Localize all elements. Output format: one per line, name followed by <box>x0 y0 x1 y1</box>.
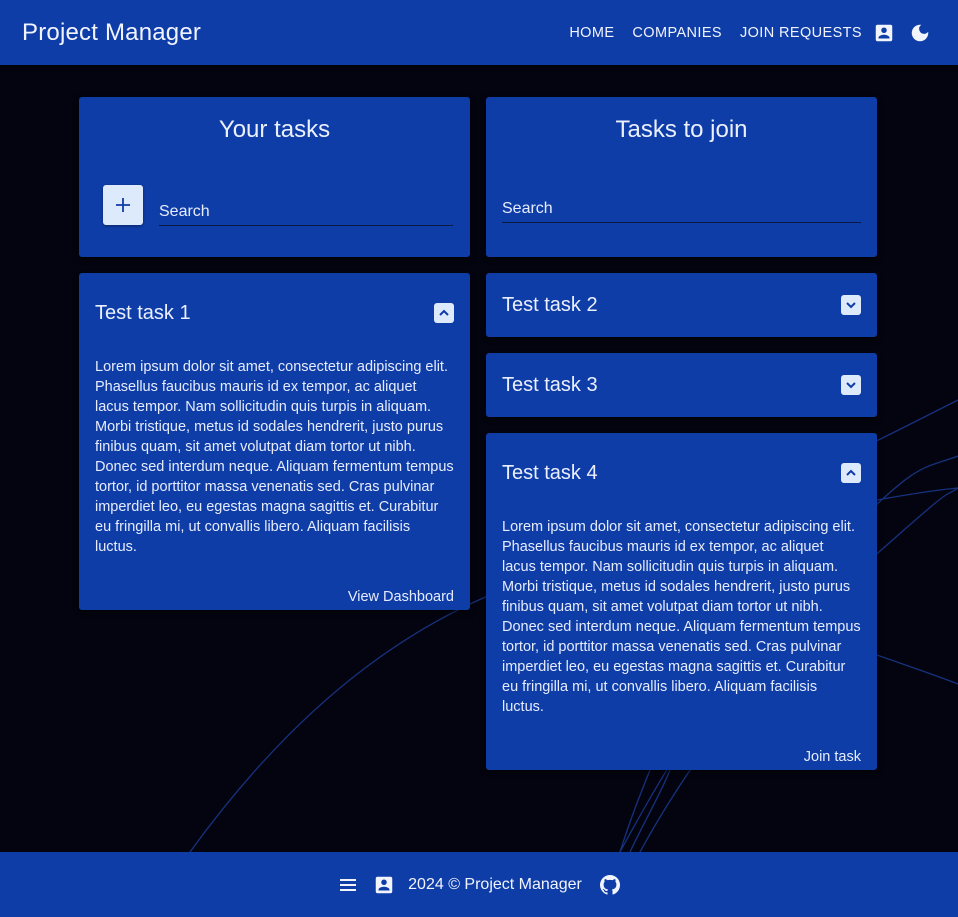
your-tasks-title: Your tasks <box>218 116 331 143</box>
app-footer: 2024 © Project Manager <box>0 852 958 917</box>
chevron-up-icon[interactable] <box>841 463 861 483</box>
tasks-to-join-column: Tasks to join Test task 2 Test task 3 Te… <box>486 97 877 770</box>
nav-home[interactable]: HOME <box>569 25 614 41</box>
task-title: Test task 4 <box>502 461 598 484</box>
add-task-button[interactable] <box>103 185 143 225</box>
task-card-test-task-2: Test task 2 <box>486 273 877 337</box>
account-box-icon[interactable] <box>872 21 896 45</box>
your-tasks-search-input[interactable] <box>159 203 453 225</box>
task-header[interactable]: Test task 2 <box>486 273 877 337</box>
tasks-to-join-search <box>502 200 861 223</box>
moon-icon[interactable] <box>908 21 932 45</box>
view-dashboard-link[interactable]: View Dashboard <box>79 589 470 605</box>
task-card-test-task-1: Test task 1 Lorem ipsum dolor sit amet, … <box>79 273 470 610</box>
task-title: Test task 3 <box>502 373 598 396</box>
app-header: Project Manager HOME COMPANIES JOIN REQU… <box>0 0 958 65</box>
brand-title[interactable]: Project Manager <box>22 19 201 47</box>
task-title: Test task 2 <box>502 293 598 316</box>
plus-icon <box>116 198 130 212</box>
task-header[interactable]: Test task 3 <box>486 353 877 417</box>
nav-companies[interactable]: COMPANIES <box>632 25 722 41</box>
github-icon[interactable] <box>598 873 622 897</box>
footer-copyright: 2024 © Project Manager <box>408 875 582 893</box>
task-card-test-task-3: Test task 3 <box>486 353 877 417</box>
top-nav: HOME COMPANIES JOIN REQUESTS <box>569 21 936 45</box>
chevron-up-icon[interactable] <box>434 303 454 323</box>
tasks-to-join-search-input[interactable] <box>502 200 861 222</box>
task-title: Test task 1 <box>95 301 191 324</box>
your-tasks-search <box>159 203 453 226</box>
your-tasks-header-card: Your tasks <box>79 97 470 257</box>
tasks-to-join-title: Tasks to join <box>615 116 748 143</box>
task-card-test-task-4: Test task 4 Lorem ipsum dolor sit amet, … <box>486 433 877 770</box>
task-description: Lorem ipsum dolor sit amet, consectetur … <box>95 359 454 555</box>
task-header[interactable]: Test task 1 <box>79 273 470 353</box>
nav-join-requests[interactable]: JOIN REQUESTS <box>740 25 862 41</box>
chevron-down-icon[interactable] <box>841 295 861 315</box>
your-tasks-column: Your tasks Test task 1 Lorem ipsum dolor… <box>79 97 470 610</box>
tasks-to-join-header-card: Tasks to join <box>486 97 877 257</box>
join-task-link[interactable]: Join task <box>486 749 877 765</box>
menu-icon[interactable] <box>336 873 360 897</box>
task-description: Lorem ipsum dolor sit amet, consectetur … <box>502 519 861 715</box>
account-box-icon[interactable] <box>372 873 396 897</box>
chevron-down-icon[interactable] <box>841 375 861 395</box>
task-header[interactable]: Test task 4 <box>486 433 877 513</box>
